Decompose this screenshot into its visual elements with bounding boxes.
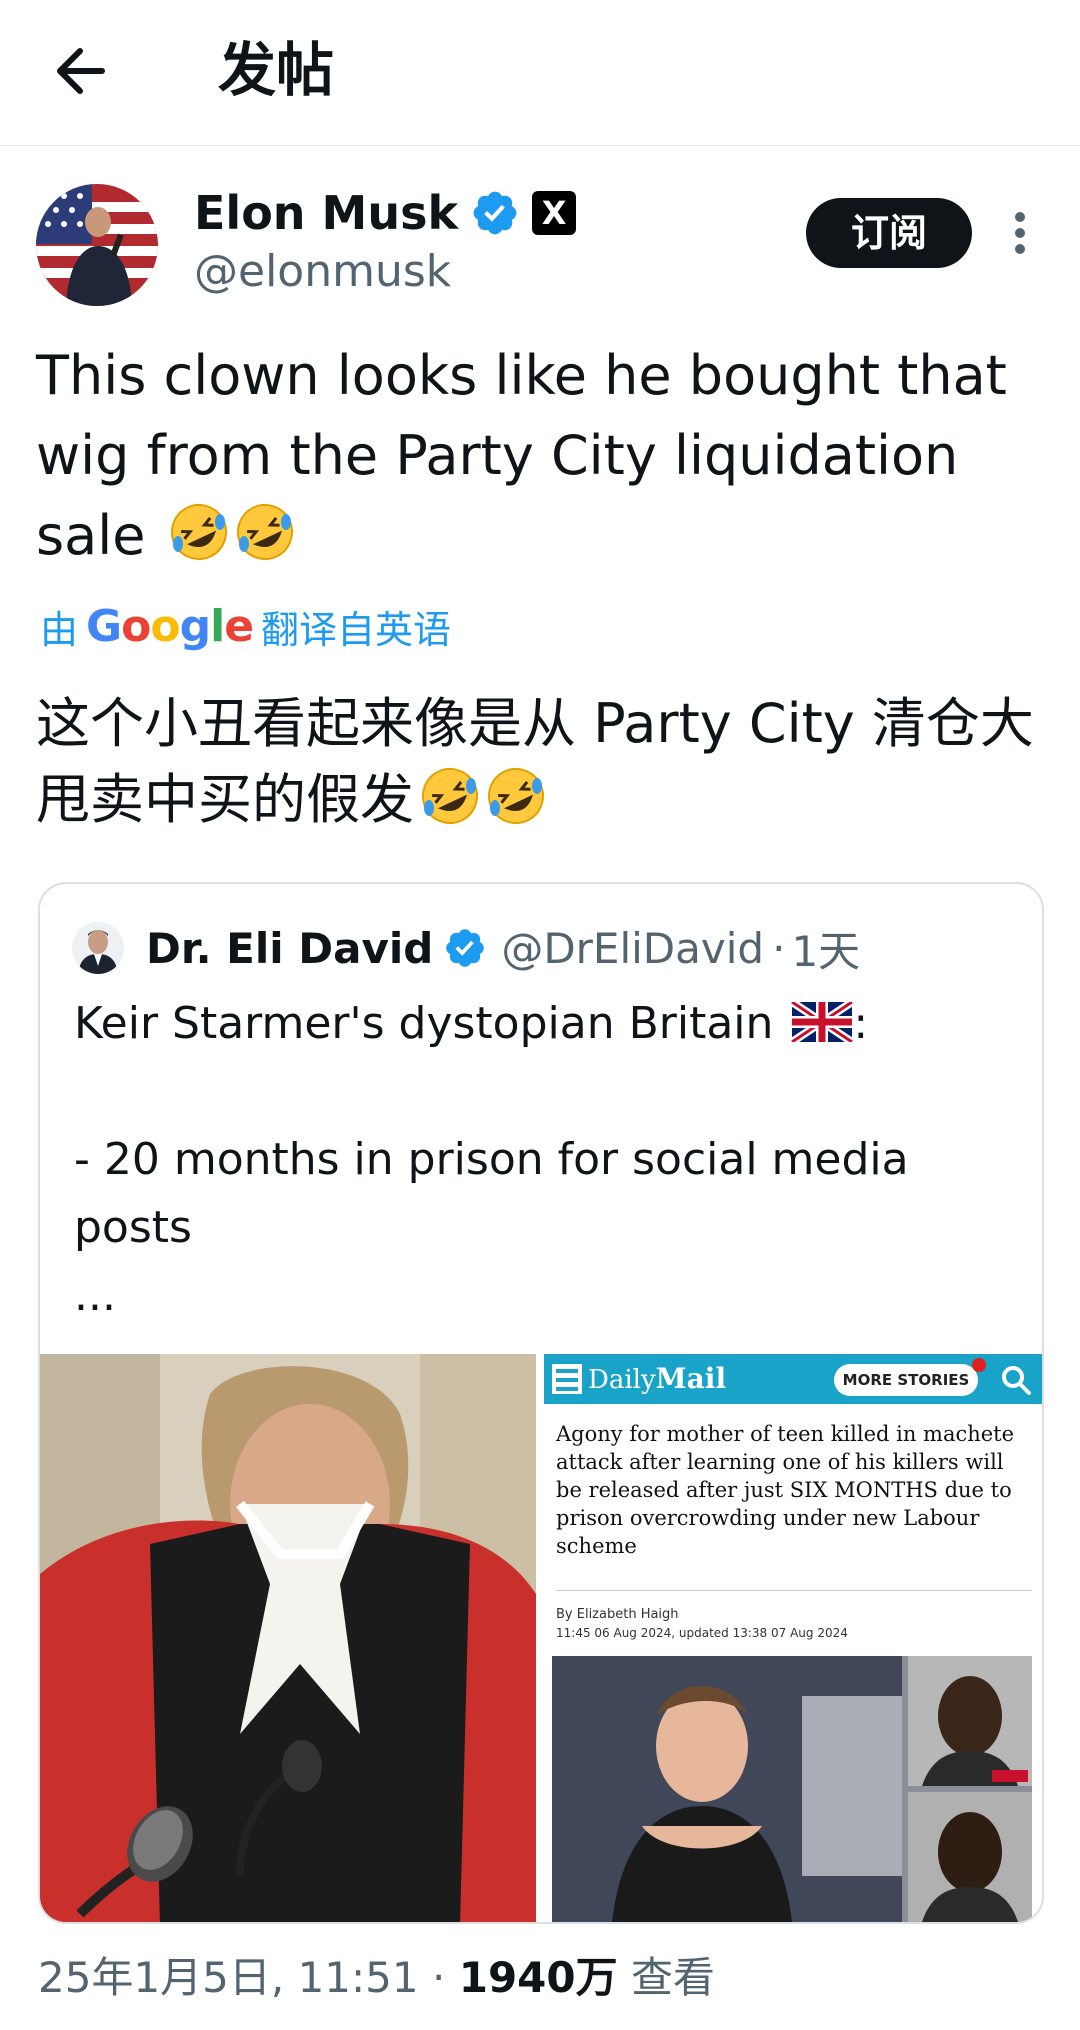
quote-text-lead: Keir Starmer's dystopian Britain	[74, 998, 774, 1049]
dailymail-header: DailyMail MORE STORIES	[544, 1354, 1042, 1404]
quote-author-handle: @DrEliDavid	[501, 923, 765, 973]
search-icon[interactable]	[1000, 1364, 1032, 1396]
translated-text: 这个小丑看起来像是从 Party City 清仓大甩卖中买的假发	[36, 686, 1046, 838]
rofl-emoji-icon	[486, 766, 546, 826]
article-date: 11:45 06 Aug 2024, updated 13:38 07 Aug …	[556, 1626, 848, 1640]
rofl-emoji-icon	[169, 502, 229, 562]
article-headline: Agony for mother of teen killed in mache…	[556, 1422, 1015, 1558]
tweet-text: This clown looks like he bought that wig…	[36, 336, 1046, 576]
verified-icon	[446, 929, 485, 967]
translation-prefix: 由	[40, 607, 79, 652]
dailymail-logo-a: Daily	[588, 1365, 656, 1395]
dailymail-logo-b: Mail	[655, 1362, 727, 1395]
google-logo-o1: o	[121, 600, 151, 652]
rofl-emoji-icon	[235, 502, 295, 562]
article-photos	[552, 1656, 1032, 1922]
article-byline: By Elizabeth Haigh	[556, 1607, 679, 1622]
top-bar: 发帖	[0, 0, 1080, 146]
rofl-emoji-icon	[420, 766, 480, 826]
subscribe-button[interactable]: 订阅	[806, 198, 972, 268]
tweet-meta: 25年1月5日, 11:51 · 1940万 查看	[38, 1950, 715, 2006]
google-logo-g2: g	[179, 600, 211, 652]
quote-age: 1天	[791, 926, 861, 976]
quote-separator: ·	[772, 923, 786, 973]
judge-photo[interactable]	[40, 1354, 536, 1922]
google-logo-o2: o	[150, 600, 180, 652]
google-logo: Google	[86, 600, 254, 652]
google-logo-l: l	[210, 600, 225, 652]
meta-separator: ·	[432, 1953, 446, 2002]
dailymail-article-screenshot[interactable]: DailyMail MORE STORIES Agony for mother …	[544, 1354, 1042, 1922]
view-count-label: 查看	[630, 1953, 715, 2002]
quote-author-name[interactable]: Dr. Eli David	[146, 924, 433, 973]
back-arrow-icon[interactable]	[48, 36, 118, 106]
menu-icon[interactable]	[552, 1364, 582, 1394]
notification-dot	[972, 1358, 986, 1372]
quote-header: Dr. Eli David @DrEliDavid · 1天	[72, 918, 860, 978]
google-logo-e: e	[224, 600, 254, 652]
more-stories-button[interactable]: MORE STORIES	[834, 1364, 978, 1396]
view-count: 1940万	[458, 1953, 618, 2002]
translation-attribution[interactable]: 由 Google 翻译自英语	[40, 598, 451, 654]
divider	[556, 1590, 1032, 1591]
quote-text: Keir Starmer's dystopian Britain : - 20 …	[74, 990, 1004, 1330]
author-avatar[interactable]	[36, 184, 158, 306]
dailymail-logo: DailyMail	[588, 1362, 726, 1397]
translation-suffix: 翻译自英语	[261, 607, 452, 652]
google-logo-g: G	[86, 600, 122, 652]
page-title: 发帖	[218, 36, 335, 104]
tweet-timestamp[interactable]: 25年1月5日, 11:51	[38, 1953, 419, 2002]
author-name[interactable]: Elon Musk	[194, 182, 458, 244]
author-name-row: Elon Musk X	[194, 182, 577, 244]
quoted-tweet-card[interactable]: Dr. Eli David @DrEliDavid · 1天 Keir Star…	[38, 882, 1044, 1924]
uk-flag-icon	[791, 1002, 854, 1042]
x-logo-icon: X	[532, 191, 577, 235]
verified-icon	[473, 191, 517, 235]
author-handle[interactable]: @elonmusk	[194, 244, 451, 300]
more-vertical-icon[interactable]	[1008, 212, 1032, 260]
quote-author-avatar[interactable]	[72, 922, 124, 974]
